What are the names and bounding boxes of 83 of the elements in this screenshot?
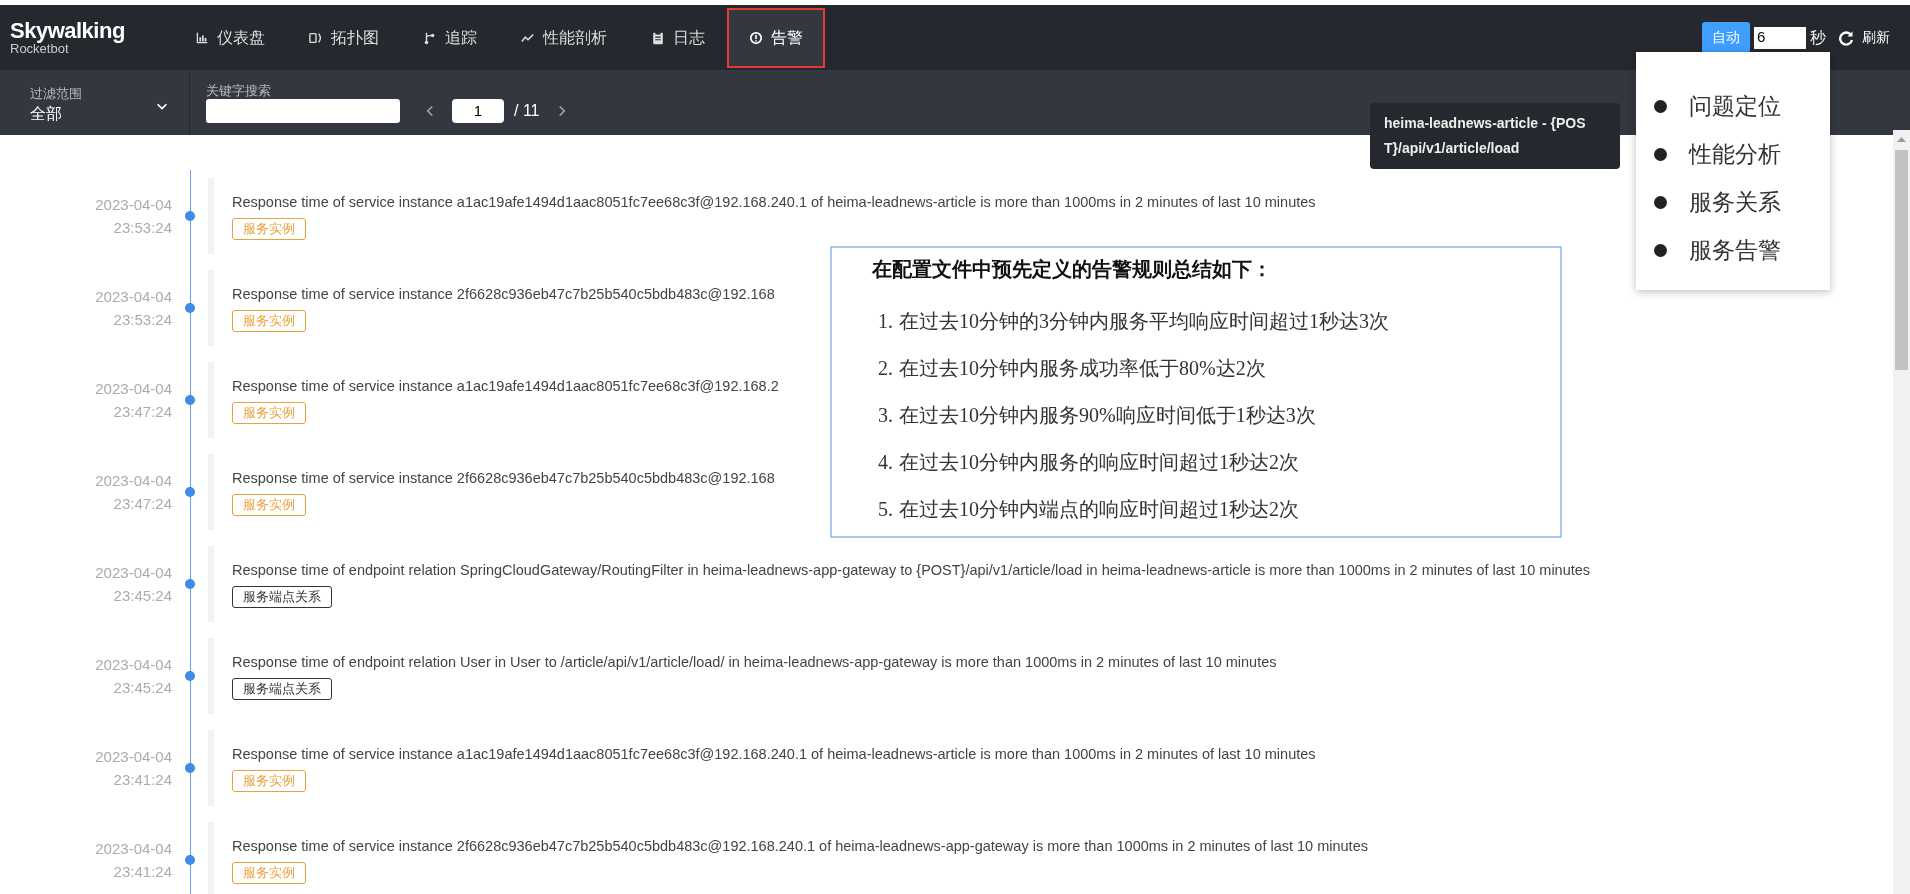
list-number: 3. — [878, 403, 893, 428]
alarm-message: Response time of endpoint relation User in User to /article/api/v1/article/load/ in heima-leadnews-app-gateway is more than 1000ms in 2 minutes of last 10 minutes — [232, 653, 1277, 672]
menu-item[interactable]: 问题定位 — [1689, 82, 1781, 130]
alarm-time: 23:45:24 — [113, 678, 172, 698]
alarm-date: 2023-04-04 — [95, 471, 172, 491]
alarm-message: Response time of service instance 2f6628c936eb47c7b25b540c5bdb483c@192.168 — [232, 285, 775, 304]
alarm-message: Response time of service instance a1ac19afe1494d1aac8051fc7ee68c3f@192.168.240.1 of heima-leadnews-article is more than 1000ms in 2 minutes of last 10 minutes — [232, 745, 1316, 764]
alarm-message: Response time of service instance a1ac19afe1494d1aac8051fc7ee68c3f@192.168.240.1 of heima-leadnews-article is more than 1000ms in 2 minutes of last 10 minutes — [232, 193, 1316, 212]
timeline-dot — [185, 671, 195, 681]
alert-icon — [748, 30, 763, 45]
alarm-time: 23:47:24 — [113, 494, 172, 514]
note-title: 在配置文件中预先定义的告警规则总结如下： — [872, 257, 1273, 282]
rule-text: 在过去10分钟内端点的响应时间超过1秒达2次 — [899, 497, 1299, 522]
page-total: / 11 — [514, 100, 540, 121]
alarm-time: 23:41:24 — [113, 862, 172, 882]
rule-text: 在过去10分钟的3分钟内服务平均响应时间超过1秒达3次 — [899, 309, 1389, 334]
bar-chart-icon — [194, 30, 209, 45]
nav-tab[interactable]: 日志 — [628, 13, 727, 62]
alarm-tag: 服务实例 — [232, 310, 306, 332]
logo-subtitle: Rocketbot — [10, 41, 69, 56]
rule-text: 在过去10分钟内服务的响应时间超过1秒达2次 — [899, 450, 1299, 475]
alarm-tag: 服务端点关系 — [232, 586, 332, 608]
search-field[interactable] — [206, 98, 400, 123]
timeline-dot — [185, 303, 195, 313]
scroll-thumb[interactable] — [1895, 150, 1908, 370]
alarm-time: 23:47:24 — [113, 402, 172, 422]
logo: Skywalking — [10, 19, 125, 42]
refresh-icon — [1838, 29, 1854, 46]
alarm-message: Response time of service instance a1ac19afe1494d1aac8051fc7ee68c3f@192.168.2 — [232, 377, 779, 396]
alarm-date: 2023-04-04 — [95, 379, 172, 399]
page-field[interactable]: 1 — [452, 98, 504, 123]
alarm-tag: 服务实例 — [232, 862, 306, 884]
alarm-time: 23:53:24 — [113, 218, 172, 238]
alarm-tag: 服务端点关系 — [232, 678, 332, 700]
timeline-dot — [185, 211, 195, 221]
bullet-icon — [1654, 243, 1667, 257]
rule-text: 在过去10分钟内服务90%响应时间低于1秒达3次 — [899, 403, 1316, 428]
bullet-icon — [1654, 195, 1667, 209]
nav-tab[interactable]: 告警 — [726, 7, 825, 68]
alarm-tag: 服务实例 — [232, 402, 306, 424]
menu-item[interactable]: 性能分析 — [1689, 130, 1781, 178]
unit-label: 秒 — [1810, 27, 1826, 48]
nav-tab[interactable]: 仪表盘 — [172, 13, 287, 62]
clipboard-icon — [650, 30, 665, 45]
menu-item[interactable]: 服务关系 — [1689, 178, 1781, 226]
alarm-tag: 服务实例 — [232, 218, 306, 240]
list-number: 2. — [878, 356, 893, 381]
alarm-date: 2023-04-04 — [95, 287, 172, 307]
alarm-date: 2023-04-04 — [95, 747, 172, 767]
timeline-dot — [185, 395, 195, 405]
search-label: 关键字搜索 — [206, 82, 272, 99]
branch-icon — [422, 30, 437, 45]
bullet-icon — [1654, 147, 1667, 161]
rule-text: 在过去10分钟内服务成功率低于80%达2次 — [899, 356, 1266, 381]
alarm-time: 23:41:24 — [113, 770, 172, 790]
alarm-message: Response time of service instance 2f6628c936eb47c7b25b540c5bdb483c@192.168.240.1 of heima-leadnews-app-gateway is more than 1000ms in 2 minutes of last 10 minutes — [232, 837, 1368, 856]
timeline-dot — [185, 579, 195, 589]
alarm-date: 2023-04-04 — [95, 195, 172, 215]
alarm-tag: 服务实例 — [232, 494, 306, 516]
menu-item[interactable]: 服务告警 — [1689, 226, 1781, 274]
refresh-button[interactable]: 刷新 — [1838, 27, 1890, 48]
alarm-date: 2023-04-04 — [95, 839, 172, 859]
timeline-dot — [185, 487, 195, 497]
tooltip: heima-leadnews-article - {POS T}/api/v1/article/load — [1370, 103, 1620, 169]
alarm-date: 2023-04-04 — [95, 655, 172, 675]
list-number: 5. — [878, 497, 893, 522]
topology-icon — [308, 30, 323, 45]
alarm-tag: 服务实例 — [232, 770, 306, 792]
alarm-message: Response time of endpoint relation SpringCloudGateway/RoutingFilter in heima-leadnews-app-gateway to {POST}/api/v1/article/load in heima-leadnews-article is more than 1000ms in 2 minutes of last 10 minutes — [232, 561, 1591, 580]
alarm-date: 2023-04-04 — [95, 563, 172, 583]
scope-dropdown[interactable]: 过滤范围 全部 — [0, 70, 190, 135]
alarm-time: 23:45:24 — [113, 586, 172, 606]
timeline-dot — [185, 855, 195, 865]
timeline-dot — [185, 763, 195, 773]
alarm-message: Response time of service instance 2f6628c936eb47c7b25b540c5bdb483c@192.168 — [232, 469, 775, 488]
nav-tab[interactable]: 性能剖析 — [498, 13, 629, 62]
nav-tab[interactable]: 追踪 — [400, 13, 499, 62]
bullet-icon — [1654, 99, 1667, 113]
list-number: 1. — [878, 309, 893, 334]
interval-field[interactable]: 6 — [1754, 26, 1806, 49]
nav-tab[interactable]: 拓扑图 — [286, 13, 401, 62]
list-number: 4. — [878, 450, 893, 475]
alarm-time: 23:53:24 — [113, 310, 172, 330]
